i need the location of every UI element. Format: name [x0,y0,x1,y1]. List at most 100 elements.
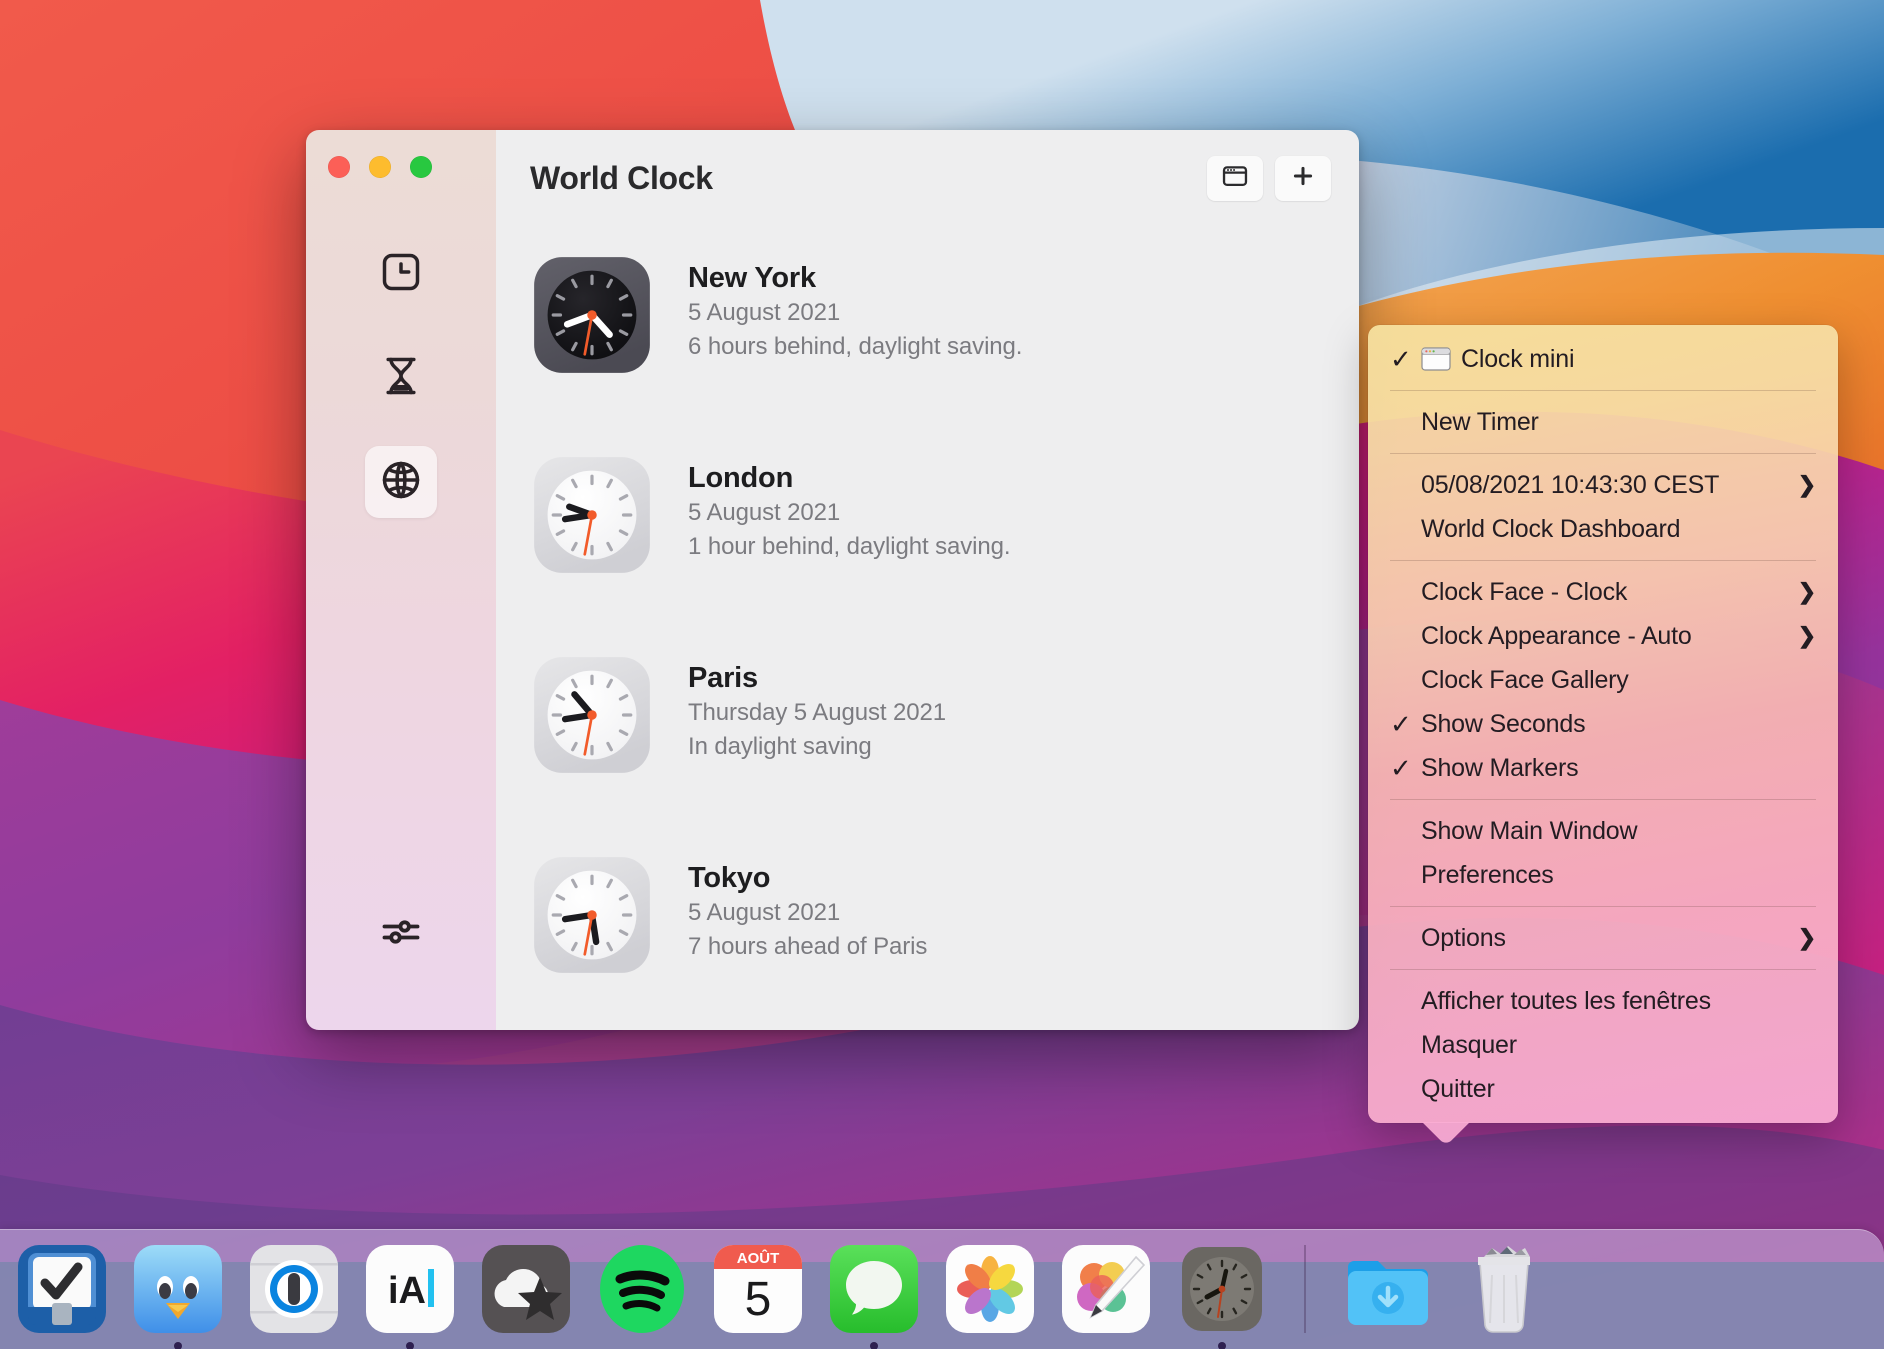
menu-item-clock-appearance[interactable]: ✓ Clock Appearance - Auto ❯ [1368,614,1838,658]
menu-item-options[interactable]: ✓ Options ❯ [1368,916,1838,960]
menu-item-new-timer[interactable]: ✓ New Timer [1368,400,1838,444]
window-toolbar: World Clock [496,130,1359,226]
dock-item-cloudapp[interactable] [478,1241,574,1337]
clock-city-name: London [688,462,794,494]
clock-list-item[interactable]: Tokyo 5 August 2021 7 hours ahead of Par… [496,840,1359,1030]
menu-item-label: Clock Face Gallery [1421,665,1629,694]
close-button[interactable] [328,156,350,178]
running-indicator-dot [174,1342,182,1349]
menu-separator [1390,560,1816,561]
menu-item-label: Preferences [1421,860,1554,889]
clock-offset-note: 6 hours behind, daylight saving. [688,333,1023,361]
world-clock-window[interactable]: World Clock New York 5 August 2021 6 hou… [306,130,1359,1030]
menu-separator [1390,799,1816,800]
menu-item-label: World Clock Dashboard [1421,514,1681,543]
menu-item-hide[interactable]: ✓ Masquer [1368,1023,1838,1067]
menu-item-label: Show Seconds [1421,709,1586,738]
calendar-day-label: 5 [745,1273,772,1326]
menu-item-label: 05/08/2021 10:43:30 CEST [1421,470,1720,499]
menu-item-show-markers[interactable]: ✓ Show Markers [1368,746,1838,790]
plus-icon [1289,162,1317,195]
chevron-right-icon: ❯ [1797,623,1816,648]
clock-date: 5 August 2021 [688,299,841,327]
dock-item-trash[interactable] [1456,1241,1552,1337]
dock-item-pixelmator[interactable] [1058,1241,1154,1337]
globe-icon [379,458,423,507]
menu-separator [1390,969,1816,970]
menu-item-current-time[interactable]: ✓ 05/08/2021 10:43:30 CEST ❯ [1368,463,1838,507]
zoom-button[interactable] [410,156,432,178]
hourglass-icon [379,354,423,403]
sidebar-item-world-clock[interactable] [365,446,437,518]
dock-item-spotify[interactable] [594,1241,690,1337]
menu-item-label: Clock mini [1461,344,1575,373]
traffic-light-group [328,156,432,178]
dock-item-ia-writer[interactable]: iA [362,1241,458,1349]
clock-list-item[interactable]: Paris Thursday 5 August 2021 In daylight… [496,640,1359,840]
clock-date: 5 August 2021 [688,899,841,927]
menu-pointer-tail [1418,1122,1474,1144]
sliders-icon [379,910,423,959]
chevron-right-icon: ❯ [1797,472,1816,497]
dock-item-1password[interactable] [246,1241,342,1337]
running-indicator-dot [1218,1342,1226,1349]
clock-list-item[interactable]: New York 5 August 2021 6 hours behind, d… [496,240,1359,440]
checkmark-icon: ✓ [1390,344,1412,374]
menu-item-clock-face[interactable]: ✓ Clock Face - Clock ❯ [1368,570,1838,614]
running-indicator-dot [870,1342,878,1349]
add-clock-button[interactable] [1275,155,1331,201]
menu-item-show-seconds[interactable]: ✓ Show Seconds [1368,702,1838,746]
window-sidebar [306,130,496,1030]
checkmark-icon: ✓ [1390,709,1412,739]
dock-item-photos[interactable] [942,1241,1038,1337]
world-clock-list: New York 5 August 2021 6 hours behind, d… [496,226,1359,1030]
chevron-right-icon: ❯ [1797,579,1816,604]
sidebar-item-settings[interactable] [365,898,437,970]
mini-window-button[interactable] [1207,155,1263,201]
checkmark-icon: ✓ [1390,753,1412,783]
dock-item-clock[interactable] [1174,1241,1270,1349]
menu-item-label: Show Main Window [1421,816,1638,845]
dock-item-things[interactable] [14,1241,110,1337]
menu-item-label: Options [1421,923,1506,952]
menu-item-label: Afficher toutes les fenêtres [1421,986,1711,1015]
menu-item-show-main-window[interactable]: ✓ Show Main Window [1368,809,1838,853]
menu-separator [1390,906,1816,907]
window-icon [1221,162,1249,195]
clock-face-light-icon [530,453,654,577]
menu-item-clock-face-gallery[interactable]: ✓ Clock Face Gallery [1368,658,1838,702]
mini-window-icon [1421,347,1451,371]
clock-list-item[interactable]: London 5 August 2021 1 hour behind, dayl… [496,440,1359,640]
menu-item-quit[interactable]: ✓ Quitter [1368,1067,1838,1111]
menu-item-preferences[interactable]: ✓ Preferences [1368,853,1838,897]
menu-item-label: Show Markers [1421,753,1579,782]
clock-status-menu[interactable]: ✓ Clock mini ✓ New Timer ✓ 05/08/2021 10… [1368,325,1838,1123]
dock-separator [1304,1245,1306,1333]
clock-date: Thursday 5 August 2021 [688,699,946,727]
menu-item-show-all-windows[interactable]: ✓ Afficher toutes les fenêtres [1368,979,1838,1023]
clock-date: 5 August 2021 [688,499,841,527]
menu-separator [1390,453,1816,454]
menu-item-label: Clock Face - Clock [1421,577,1628,606]
dock-item-messages[interactable] [826,1241,922,1349]
clock-face-light-icon [530,853,654,977]
clock-offset-note: 7 hours ahead of Paris [688,933,928,961]
dock-item-tweetbot[interactable] [130,1241,226,1349]
running-indicator-dot [406,1342,414,1349]
clock-city-name: Paris [688,662,758,694]
chevron-right-icon: ❯ [1797,925,1816,950]
dock-item-downloads-folder[interactable] [1340,1241,1436,1337]
menu-item-clock-mini[interactable]: ✓ Clock mini [1368,337,1838,381]
menu-item-world-clock-dashboard[interactable]: ✓ World Clock Dashboard [1368,507,1838,551]
sidebar-item-timer[interactable] [365,342,437,414]
menu-separator [1390,390,1816,391]
dock-item-calendar[interactable]: AOÛT 5 [710,1241,806,1337]
clock-offset-note: 1 hour behind, daylight saving. [688,533,1011,561]
alarm-clock-icon [379,250,423,299]
minimize-button[interactable] [369,156,391,178]
clock-offset-note: In daylight saving [688,733,872,761]
sidebar-item-alarm[interactable] [365,238,437,310]
clock-face-light-icon [530,653,654,777]
menu-item-label: Masquer [1421,1030,1517,1059]
page-title: World Clock [530,159,713,196]
